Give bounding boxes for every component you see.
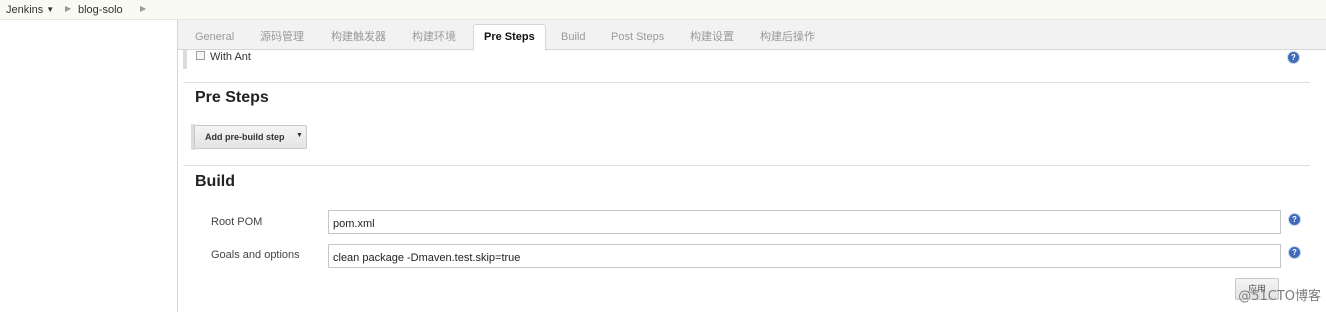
add-pre-build-step-button[interactable]: Add pre-build step ▼ — [194, 125, 307, 149]
pre-steps-title: Pre Steps — [195, 89, 269, 106]
section-divider — [183, 165, 1310, 166]
tab-source-management[interactable]: 源码管理 — [260, 20, 304, 50]
add-pre-build-step-label: Add pre-build step — [205, 132, 285, 142]
tab-general[interactable]: General — [195, 20, 234, 50]
config-panel: General 源码管理 构建触发器 构建环境 Pre Steps Build … — [177, 20, 1326, 312]
breadcrumb-separator-icon: ▶ — [65, 4, 72, 13]
tab-pre-steps[interactable]: Pre Steps — [473, 24, 546, 51]
tab-build-triggers[interactable]: 构建触发器 — [331, 20, 386, 50]
root-pom-input[interactable] — [328, 210, 1281, 234]
breadcrumb-job[interactable]: blog-solo — [78, 4, 123, 16]
goals-and-options-input[interactable] — [328, 244, 1281, 268]
build-title: Build — [195, 173, 235, 190]
breadcrumb-separator-icon: ▶ — [140, 4, 147, 13]
goals-and-options-label: Goals and options — [211, 249, 300, 261]
breadcrumb-jenkins-label[interactable]: Jenkins — [6, 4, 43, 16]
help-icon[interactable]: ? — [1288, 52, 1299, 63]
tab-build-settings[interactable]: 构建设置 — [690, 20, 734, 50]
root-pom-label: Root POM — [211, 216, 263, 228]
with-ant-checkbox[interactable] — [196, 51, 205, 60]
tab-build[interactable]: Build — [561, 20, 585, 50]
chevron-down-icon: ▼ — [296, 132, 303, 139]
tab-post-build-actions[interactable]: 构建后操作 — [760, 20, 815, 50]
section-indent-bar — [183, 50, 187, 69]
tab-post-steps[interactable]: Post Steps — [611, 20, 664, 50]
tab-build-environment[interactable]: 构建环境 — [412, 20, 456, 50]
watermark: @51CTO博客 — [1238, 289, 1321, 304]
chevron-down-icon[interactable]: ▼ — [46, 5, 54, 14]
breadcrumb-jenkins[interactable]: Jenkins ▼ — [6, 4, 54, 16]
section-divider — [183, 82, 1310, 83]
breadcrumb: Jenkins ▼ ▶ blog-solo ▶ — [0, 0, 1326, 20]
help-icon[interactable]: ? — [1289, 214, 1300, 225]
with-ant-label: With Ant — [210, 51, 251, 63]
help-icon[interactable]: ? — [1289, 247, 1300, 258]
config-tab-bar: General 源码管理 构建触发器 构建环境 Pre Steps Build … — [178, 20, 1326, 51]
